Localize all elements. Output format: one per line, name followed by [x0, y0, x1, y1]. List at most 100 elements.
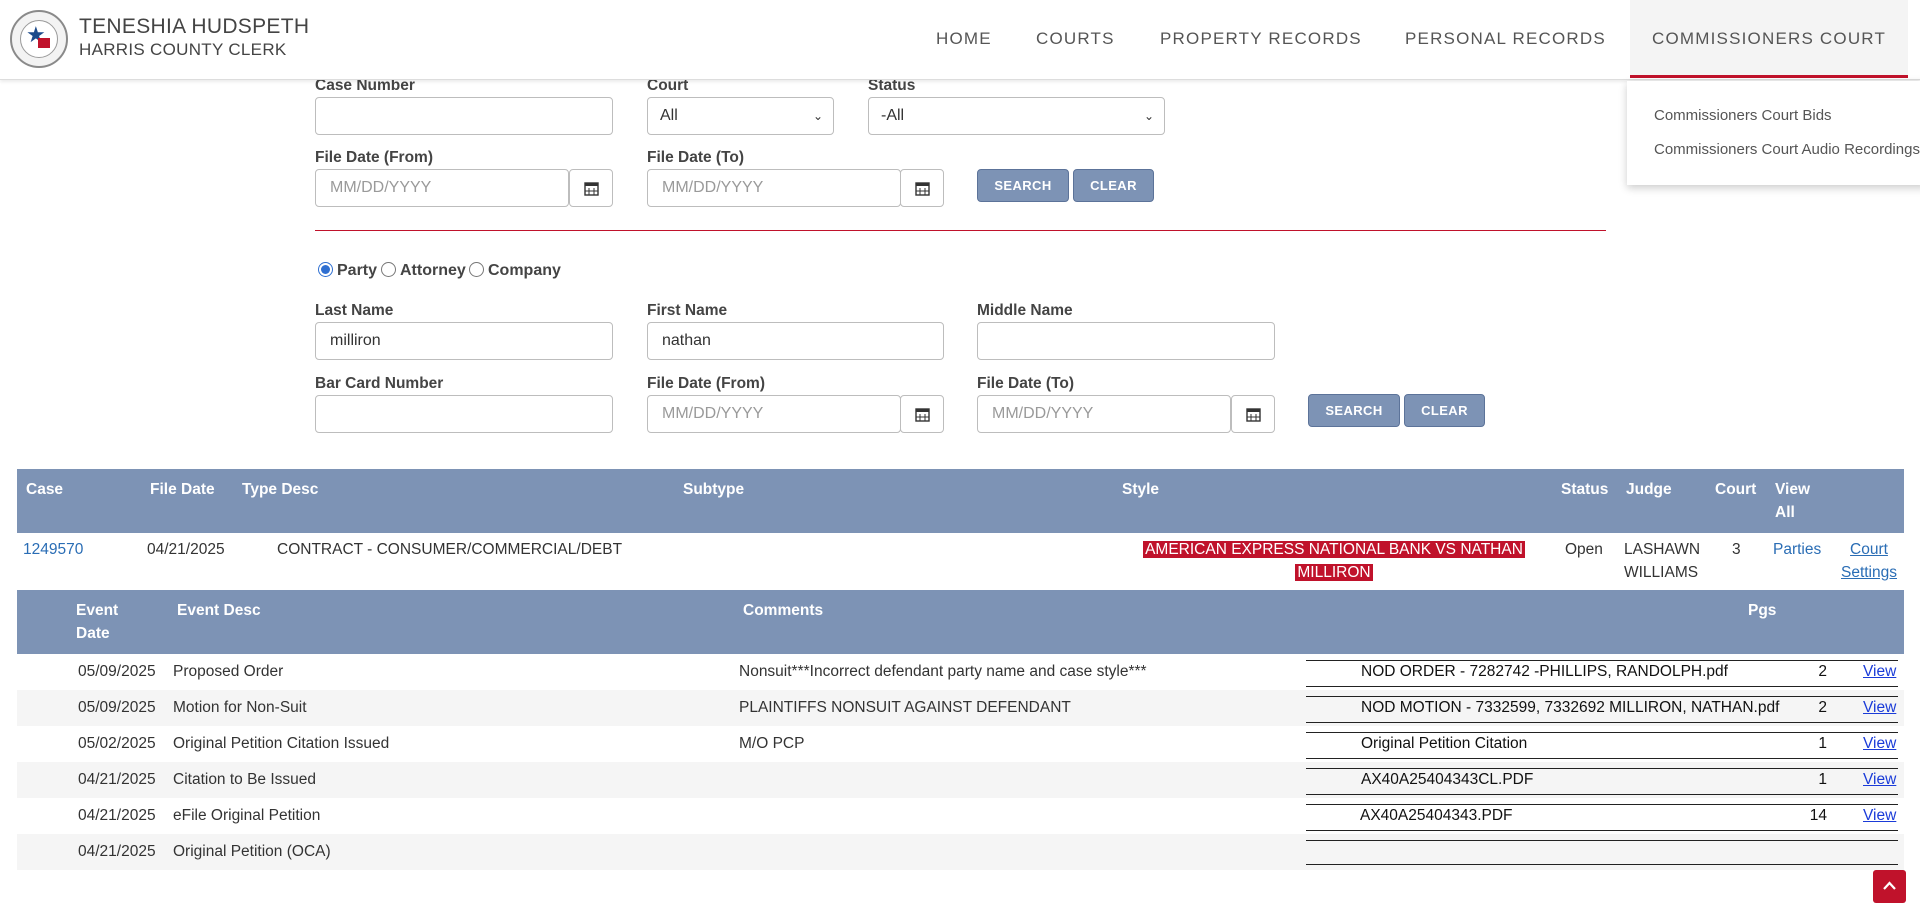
- chevron-down-icon: ⌄: [1143, 109, 1154, 123]
- doc-divider: [1306, 758, 1898, 759]
- middle-name-label: Middle Name: [977, 302, 1073, 319]
- case-number-link[interactable]: 1249570: [23, 538, 83, 561]
- event-date: 04/21/2025: [78, 843, 156, 860]
- event-comment: PLAINTIFFS NONSUIT AGAINST DEFENDANT: [739, 699, 1071, 716]
- status-select-value: -All: [881, 107, 905, 124]
- column-header-event-desc: Event Desc: [177, 602, 261, 619]
- view-document-link[interactable]: View: [1863, 768, 1896, 791]
- middle-name-input[interactable]: [977, 322, 1275, 360]
- file-date-from-label: File Date (From): [315, 149, 433, 166]
- calendar-button[interactable]: [900, 395, 944, 433]
- calendar-icon: [915, 182, 930, 196]
- case-style-line2: MILLIRON: [1295, 564, 1373, 581]
- commissioners-court-dropdown: Commissioners Court Bids Commissioners C…: [1627, 81, 1920, 185]
- party-file-date-from-input[interactable]: MM/DD/YYYY: [647, 395, 901, 433]
- column-header-pgs: Pgs: [1748, 602, 1777, 619]
- event-document-name: AX40A25404343CL.PDF: [1361, 771, 1534, 788]
- view-document-link[interactable]: View: [1863, 696, 1896, 719]
- event-date: 04/21/2025: [78, 771, 156, 788]
- calendar-button[interactable]: [900, 169, 944, 207]
- event-pages: 1: [1818, 771, 1827, 788]
- event-pages: 2: [1818, 663, 1827, 680]
- party-file-date-to-input[interactable]: MM/DD/YYYY: [977, 395, 1231, 433]
- doc-divider: [1306, 840, 1898, 841]
- radio-party[interactable]: [318, 262, 333, 277]
- column-header-judge: Judge: [1626, 481, 1672, 498]
- event-desc: Original Petition Citation Issued: [173, 735, 390, 752]
- calendar-icon: [584, 182, 599, 196]
- event-pages: 14: [1809, 807, 1827, 824]
- radio-party-label: Party: [337, 262, 378, 279]
- event-date: 04/21/2025: [78, 807, 156, 824]
- case-search-button[interactable]: SEARCH: [977, 169, 1069, 202]
- case-style-line1: AMERICAN EXPRESS NATIONAL BANK VS NATHAN: [1143, 541, 1525, 558]
- dropdown-item-bids[interactable]: Commissioners Court Bids: [1654, 107, 1832, 124]
- event-desc: Original Petition (OCA): [173, 843, 331, 860]
- file-date-from-input[interactable]: MM/DD/YYYY: [315, 169, 569, 207]
- nav-commissioners-court[interactable]: COMMISSIONERS COURT: [1630, 0, 1909, 78]
- nav-home[interactable]: HOME: [936, 0, 992, 78]
- bar-card-number-label: Bar Card Number: [315, 375, 444, 392]
- column-header-comments: Comments: [743, 602, 824, 619]
- column-header-file-date: File Date: [150, 481, 215, 498]
- court-select-value: All: [660, 107, 678, 124]
- first-name-label: First Name: [647, 302, 728, 319]
- calendar-button[interactable]: [1231, 395, 1275, 433]
- event-date: 05/09/2025: [78, 663, 156, 680]
- section-divider: [315, 230, 1606, 231]
- event-document-name: NOD MOTION - 7332599, 7332692 MILLIRON, …: [1361, 699, 1780, 716]
- column-header-court: Court: [1715, 481, 1757, 498]
- file-date-to-label: File Date (To): [647, 149, 745, 166]
- court-settings-link[interactable]: Court Settings: [1836, 538, 1902, 584]
- dropdown-item-audio-recordings[interactable]: Commissioners Court Audio Recordings: [1654, 141, 1920, 158]
- case-clear-button[interactable]: CLEAR: [1073, 169, 1154, 202]
- scroll-to-top-button[interactable]: [1873, 870, 1906, 903]
- nav-property-records[interactable]: PROPERTY RECORDS: [1160, 0, 1362, 78]
- event-document-name: NOD ORDER - 7282742 -PHILLIPS, RANDOLPH.…: [1361, 663, 1728, 680]
- column-header-subtype: Subtype: [683, 481, 745, 498]
- column-header-case: Case: [26, 481, 64, 498]
- case-judge: LASHAWN WILLIAMS: [1624, 541, 1701, 581]
- doc-divider: [1306, 722, 1898, 723]
- view-document-link[interactable]: View: [1863, 804, 1896, 827]
- event-pages: 2: [1818, 699, 1827, 716]
- radio-company[interactable]: [469, 262, 484, 277]
- event-comment: Nonsuit***Incorrect defendant party name…: [739, 663, 1147, 680]
- party-search-button[interactable]: SEARCH: [1308, 394, 1400, 427]
- file-date-to-input[interactable]: MM/DD/YYYY: [647, 169, 901, 207]
- radio-company-label: Company: [488, 262, 561, 279]
- event-desc: Motion for Non-Suit: [173, 699, 307, 716]
- calendar-button[interactable]: [569, 169, 613, 207]
- last-name-input[interactable]: milliron: [315, 322, 613, 360]
- harris-county-clerk-seal-icon[interactable]: ★: [10, 10, 68, 68]
- party-clear-button[interactable]: CLEAR: [1404, 394, 1485, 427]
- view-document-link[interactable]: View: [1863, 732, 1896, 755]
- doc-divider: [1306, 864, 1898, 865]
- column-header-style: Style: [1122, 481, 1160, 498]
- radio-attorney-label: Attorney: [400, 262, 466, 279]
- nav-personal-records[interactable]: PERSONAL RECORDS: [1405, 0, 1606, 78]
- bar-card-number-input[interactable]: [315, 395, 613, 433]
- brand-name[interactable]: TENESHIA HUDSPETH: [79, 15, 309, 39]
- court-select[interactable]: All ⌄: [647, 97, 834, 135]
- case-court: 3: [1732, 541, 1741, 558]
- case-style: AMERICAN EXPRESS NATIONAL BANK VS NATHAN…: [1138, 538, 1530, 584]
- case-status: Open: [1565, 541, 1603, 558]
- status-select[interactable]: -All ⌄: [868, 97, 1165, 135]
- first-name-input[interactable]: nathan: [647, 322, 944, 360]
- parties-link[interactable]: Parties: [1773, 538, 1821, 561]
- last-name-label: Last Name: [315, 302, 394, 319]
- view-document-link[interactable]: View: [1863, 660, 1896, 683]
- event-comment: M/O PCP: [739, 735, 805, 752]
- column-header-view-all: View All: [1775, 481, 1811, 521]
- event-pages: 1: [1818, 735, 1827, 752]
- case-number-input[interactable]: [315, 97, 613, 135]
- radio-attorney[interactable]: [381, 262, 396, 277]
- case-file-date: 04/21/2025: [147, 541, 225, 558]
- doc-divider: [1306, 686, 1898, 687]
- event-desc: eFile Original Petition: [173, 807, 321, 824]
- event-date: 05/02/2025: [78, 735, 156, 752]
- brand-subtitle: HARRIS COUNTY CLERK: [79, 40, 287, 59]
- nav-courts[interactable]: COURTS: [1036, 0, 1115, 78]
- event-desc: Proposed Order: [173, 663, 284, 680]
